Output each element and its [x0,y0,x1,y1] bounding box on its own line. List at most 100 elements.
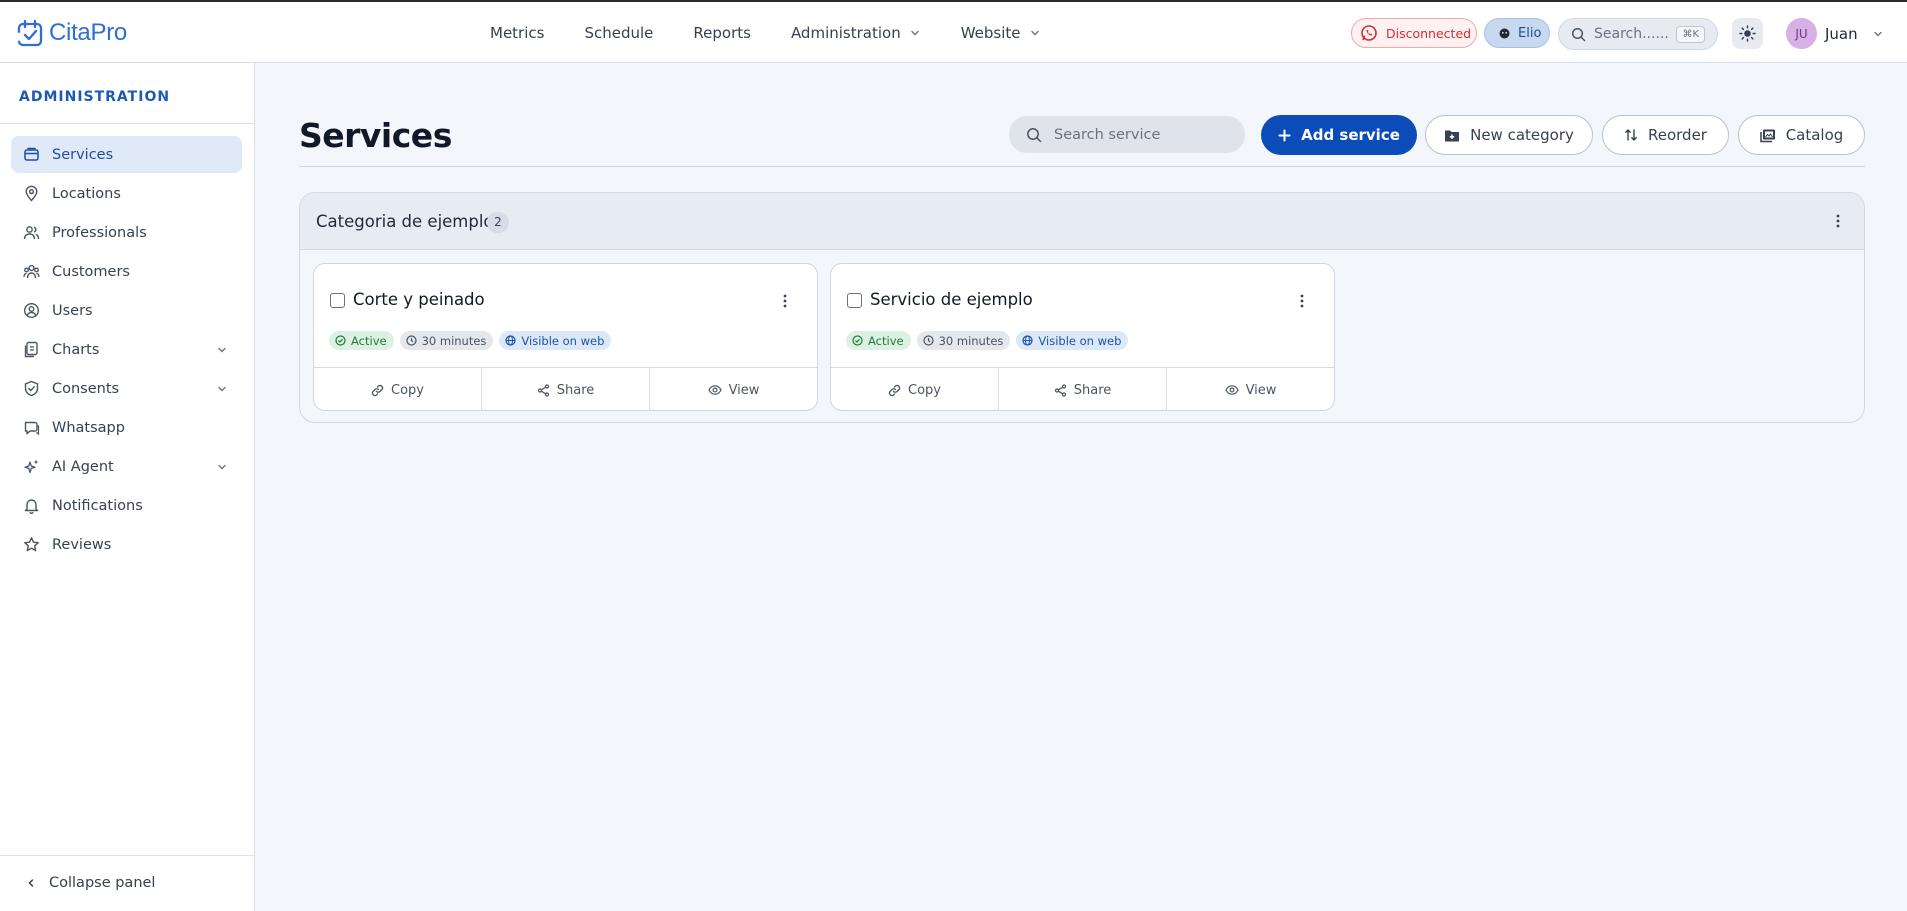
share-button[interactable]: Share [482,368,650,410]
nav-item-label: Website [960,23,1021,42]
users-icon [23,224,40,241]
duration-badge: 30 minutes [399,331,494,350]
view-button[interactable]: View [1167,368,1334,410]
service-name: Servicio de ejemplo [870,290,1033,309]
copy-button[interactable]: Copy [314,368,482,410]
sidebar-item-customers[interactable]: Customers [11,253,242,290]
category-header[interactable]: Categoria de ejemplo 2 [300,193,1864,250]
visibility-text: Visible on web [521,333,605,348]
user-menu[interactable]: JU Juan [1786,17,1884,50]
sidebar-item-label: Customers [52,263,130,280]
chevron-down-icon [909,27,921,39]
category-more-menu-icon[interactable] [1836,213,1840,229]
assistant-label: Elio [1518,25,1542,41]
check-circle-icon [852,335,863,346]
sidebar-divider [0,123,254,124]
service-badges: Active 30 minutes Visible on web [846,331,1129,350]
whatsapp-status-badge[interactable]: Disconnected [1351,18,1477,48]
sidebar-item-consents[interactable]: Consents [11,370,242,407]
service-search-placeholder: Search service [1054,126,1161,143]
sparkles-icon [23,458,40,475]
nav-website[interactable]: Website [961,24,1041,42]
view-button[interactable]: View [650,368,817,410]
chevron-down-icon [216,344,228,356]
duration-text: 30 minutes [938,333,1004,348]
action-label: Copy [908,382,941,398]
sidebar-item-label: Users [52,302,93,319]
sidebar-item-ai-agent[interactable]: AI Agent [11,448,242,485]
top-bar: CitaPro Metrics Schedule Reports Adminis… [0,0,1907,63]
star-icon [23,536,40,553]
action-label: View [1245,382,1277,398]
sidebar: ADMINISTRATION Services Locations Profes… [0,63,255,911]
user-circle-icon [23,302,40,319]
reorder-button[interactable]: Reorder [1602,115,1729,155]
chevron-down-icon [1029,27,1041,39]
action-label: Copy [391,382,424,398]
eye-icon [1224,384,1239,396]
nav-item-label: Schedule [584,23,654,42]
service-badges: Active 30 minutes Visible on web [329,331,612,350]
catalog-button[interactable]: Catalog [1738,115,1865,155]
reorder-label: Reorder [1648,126,1707,144]
duration-badge: 30 minutes [916,331,1011,350]
service-more-menu-icon[interactable] [1300,293,1304,309]
charts-icon [23,341,40,358]
search-icon [1026,127,1042,143]
nav-item-label: Metrics [490,23,545,42]
sidebar-item-notifications[interactable]: Notifications [11,487,242,524]
chevron-down-icon [1872,28,1884,40]
global-search-input[interactable]: Search...... ⌘K [1558,18,1718,50]
nav-schedule[interactable]: Schedule [584,24,653,42]
catalog-label: Catalog [1785,126,1844,144]
service-select-checkbox[interactable] [330,293,345,308]
copy-button[interactable]: Copy [831,368,999,410]
main-nav: Metrics Schedule Reports Administration … [490,2,1041,63]
status-text: Active [868,333,904,348]
link-icon [888,384,901,397]
clock-icon [405,335,417,346]
sidebar-item-whatsapp[interactable]: Whatsapp [11,409,242,446]
sidebar-item-reviews[interactable]: Reviews [11,526,242,563]
assistant-button[interactable]: Elio [1484,18,1550,48]
sidebar-item-professionals[interactable]: Professionals [11,214,242,251]
shield-check-icon [23,380,40,397]
app-logo[interactable]: CitaPro [17,18,127,48]
sidebar-list: Services Locations Professionals Custome… [11,136,242,565]
app-name: CitaPro [49,19,127,46]
sidebar-item-charts[interactable]: Charts [11,331,242,368]
new-category-label: New category [1470,126,1574,144]
sidebar-item-label: Charts [52,341,100,358]
service-search-input[interactable]: Search service [1009,116,1245,153]
nav-reports[interactable]: Reports [693,24,751,42]
sidebar-item-label: Services [52,146,114,163]
duration-text: 30 minutes [421,333,487,348]
add-service-button[interactable]: Add service [1261,115,1417,155]
globe-icon [505,335,517,346]
sidebar-divider [0,855,254,856]
whatsapp-status-text: Disconnected [1386,25,1472,41]
service-more-menu-icon[interactable] [783,293,787,309]
nav-administration[interactable]: Administration [791,24,921,42]
category-panel: Categoria de ejemplo 2 Corte y peinado A… [299,192,1865,423]
plus-icon [1278,129,1291,142]
action-label: Share [1073,382,1112,398]
service-select-checkbox[interactable] [847,293,862,308]
box-icon [23,146,40,163]
sidebar-item-users[interactable]: Users [11,292,242,329]
sidebar-item-locations[interactable]: Locations [11,175,242,212]
status-badge: Active [329,331,394,350]
action-label: View [728,382,760,398]
share-button[interactable]: Share [999,368,1167,410]
chevron-left-icon [25,877,37,889]
collapse-panel-button[interactable]: Collapse panel [25,875,155,891]
service-actions: Copy Share View [314,367,817,410]
nav-metrics[interactable]: Metrics [490,24,544,42]
sidebar-item-services[interactable]: Services [11,136,242,173]
chevron-down-icon [216,383,228,395]
nav-item-label: Reports [693,23,751,42]
new-category-button[interactable]: New category [1425,115,1593,155]
theme-toggle-button[interactable] [1732,18,1763,49]
sun-icon [1739,25,1756,42]
global-search-placeholder: Search...... [1594,26,1669,42]
